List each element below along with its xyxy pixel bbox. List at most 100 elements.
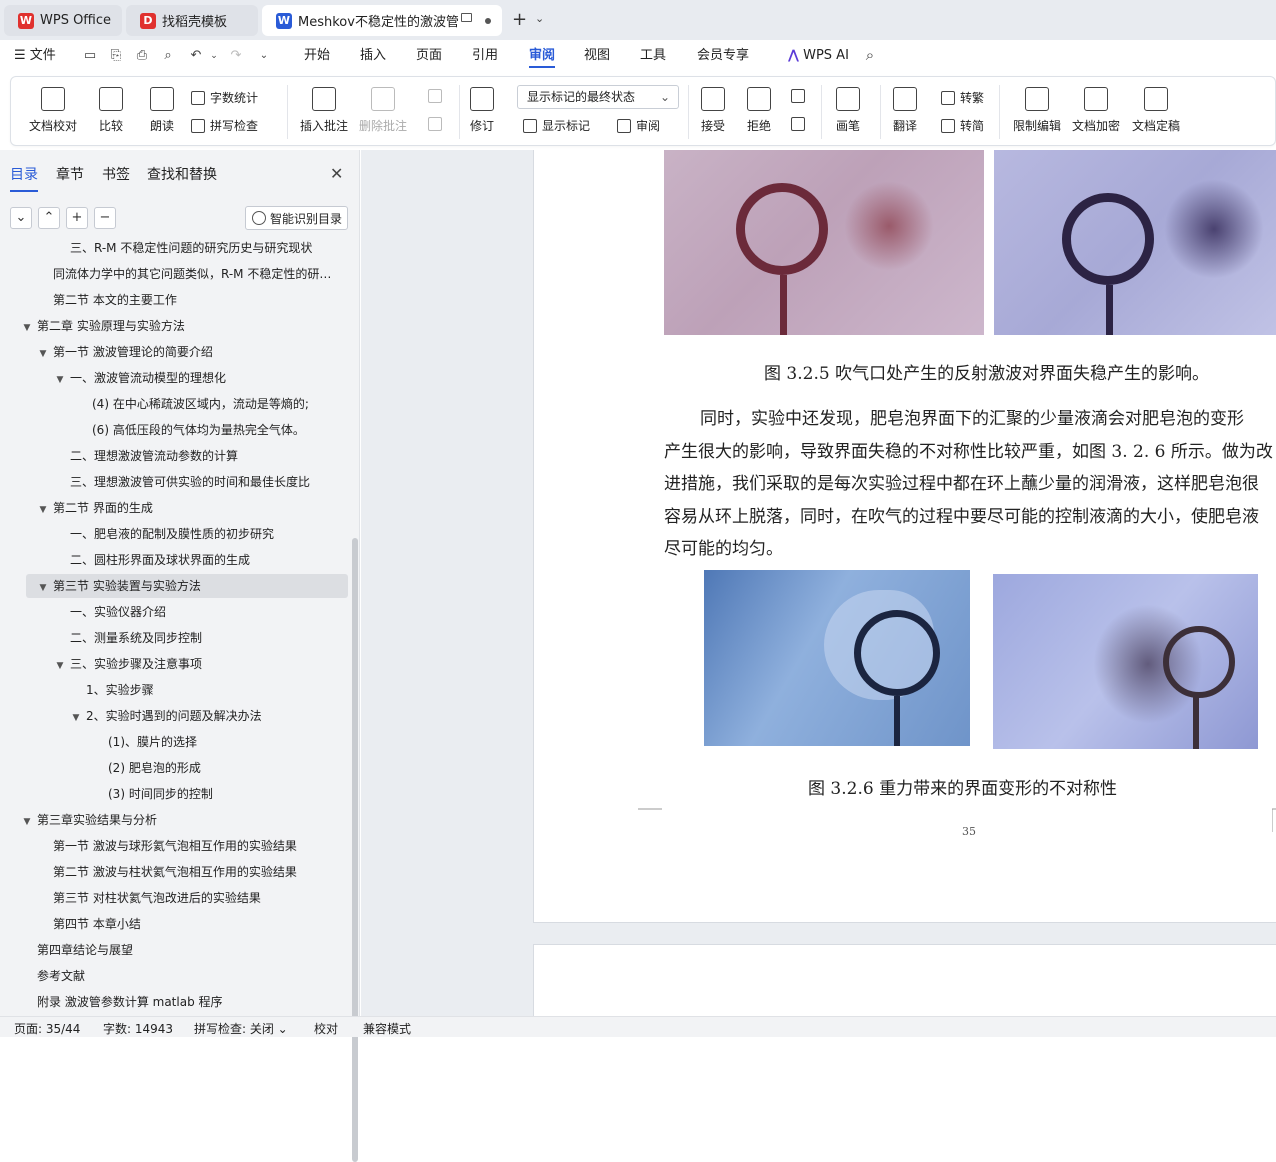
toc-item[interactable]: 第一节 激波与球形氦气泡相互作用的实验结果 [0,834,352,858]
redo-icon[interactable]: ↷ [228,48,244,64]
print-preview-icon[interactable]: ⌕ [160,48,176,64]
tab-wps-office[interactable]: W WPS Office [4,5,122,36]
doc-check-button[interactable]: 文档校对 [29,87,77,134]
prev-change-button[interactable] [791,89,810,103]
encrypt-button[interactable]: 文档加密 [1072,87,1120,134]
chevron-down-icon[interactable]: ⌄ [535,12,544,25]
toc-item[interactable]: 第二节 激波与柱状氦气泡相互作用的实验结果 [0,860,352,884]
toc-item[interactable]: (4) 在中心稀疏波区域内，流动是等熵的; [0,392,352,416]
pen-button[interactable]: 画笔 [836,87,860,134]
toc-item[interactable]: ▼ 第一节 激波管理论的简要介绍 [0,340,352,364]
reject-button[interactable]: 拒绝 [747,87,771,134]
search-icon[interactable]: ⌕ [862,47,878,63]
tab-bookmarks[interactable]: 书签 [102,164,130,184]
toc-expand-arrow-icon[interactable]: ▼ [37,576,49,598]
finalize-button[interactable]: 文档定稿 [1132,87,1180,134]
quick-access-dropdown-icon[interactable]: ⌄ [256,48,272,64]
toc-expand-arrow-icon[interactable]: ▼ [70,706,82,728]
toc-item[interactable]: 一、实验仪器介绍 [0,600,352,624]
toc-item[interactable]: 第二节 本文的主要工作 [0,288,352,312]
menu-references[interactable]: 引用 [472,46,498,68]
menu-tools[interactable]: 工具 [640,46,666,68]
menu-membership[interactable]: 会员专享 [697,46,749,68]
menu-review[interactable]: 审阅 [529,46,556,68]
menu-view[interactable]: 视图 [584,46,610,68]
spell-check-button[interactable]: 拼写检查 [191,117,258,134]
toc-item[interactable]: 同流体力学中的其它问题类似，R-M 不稳定性的研… [0,262,352,286]
undo-dropdown-icon[interactable]: ⌄ [206,48,222,64]
show-markup-button[interactable]: 显示标记 [523,117,590,134]
unsaved-dot-icon[interactable] [485,18,491,24]
smart-toc-button[interactable]: 智能识别目录 [245,206,348,230]
wps-ai-button[interactable]: ⋀ WPS AI [788,46,849,68]
toc-item[interactable]: ▼ 一、激波管流动模型的理想化 [0,366,352,390]
tab-templates[interactable]: D 找稻壳模板 [126,5,258,36]
toc-item[interactable]: (1)、膜片的选择 [0,730,352,754]
toc-expand-arrow-icon[interactable]: ▼ [54,368,66,390]
toc-item[interactable]: (2) 肥皂泡的形成 [0,756,352,780]
export-icon[interactable]: ⎘ [108,48,124,64]
word-count-indicator[interactable]: 字数: 14943 [103,1020,173,1037]
proofread-button[interactable]: 校对 [314,1020,338,1037]
next-comment-button[interactable] [428,117,447,131]
toc-item[interactable]: 第三节 对柱状氦气泡改进后的实验结果 [0,886,352,910]
spell-check-status[interactable]: 拼写检查: 关闭 ⌄ [194,1020,288,1037]
toc-scrollbar[interactable] [352,538,358,1162]
translate-button[interactable]: 翻译 [893,87,917,134]
to-simplified-button[interactable]: 转简 [941,117,984,134]
toc-item[interactable]: 三、理想激波管可供实验的时间和最佳长度比 [0,470,352,494]
toc-expand-arrow-icon[interactable]: ▼ [37,342,49,364]
toc-expand-arrow-icon[interactable]: ▼ [21,316,33,338]
tab-find-replace[interactable]: 查找和替换 [147,164,217,184]
toc-item[interactable]: 第四章结论与展望 [0,938,352,962]
next-change-button[interactable] [791,117,810,131]
undo-icon[interactable]: ↶ [188,48,204,64]
toc-item[interactable]: 一、肥皂液的配制及膜性质的初步研究 [0,522,352,546]
tab-toc[interactable]: 目录 [10,164,38,192]
toc-item[interactable]: 三、R-M 不稳定性问题的研究历史与研究现状 [0,236,352,260]
new-tab-icon[interactable]: + [512,9,527,30]
toc-item[interactable]: 1、实验步骤 [0,678,352,702]
next-document-page[interactable] [533,944,1276,1016]
toc-expand-arrow-icon[interactable]: ▼ [54,654,66,676]
close-icon[interactable]: ✕ [330,164,343,183]
page-indicator[interactable]: 页面: 35/44 [14,1020,80,1037]
to-traditional-button[interactable]: 转繁 [941,89,984,106]
toc-item[interactable]: (3) 时间同步的控制 [0,782,352,806]
menu-home[interactable]: 开始 [304,46,330,68]
review-pane-button[interactable]: 审阅 [617,117,660,134]
toc-item[interactable]: (6) 高低压段的气体均为量热完全气体。 [0,418,352,442]
expand-all-button[interactable]: ⌄ [10,207,32,229]
menu-page[interactable]: 页面 [416,46,442,68]
toc-item[interactable]: 附录 激波管参数计算 matlab 程序 [0,990,352,1014]
toc-item[interactable]: 二、理想激波管流动参数的计算 [0,444,352,468]
toc-item[interactable]: ▼ 第三章实验结果与分析 [0,808,352,832]
read-aloud-button[interactable]: 朗读 [150,87,174,134]
file-menu[interactable]: ☰ 文件 [14,46,56,68]
add-toc-item-button[interactable]: + [66,207,88,229]
insert-comment-button[interactable]: 插入批注 [300,87,348,134]
accept-button[interactable]: 接受 [701,87,725,134]
toc-item[interactable]: ▼ 第二节 界面的生成 [0,496,352,520]
remove-toc-item-button[interactable]: − [94,207,116,229]
restrict-edit-button[interactable]: 限制编辑 [1013,87,1061,134]
toc-item[interactable]: ▼ 2、实验时遇到的问题及解决办法 [0,704,352,728]
toc-item[interactable]: 第四节 本章小结 [0,912,352,936]
tab-chapters[interactable]: 章节 [56,164,84,184]
toc-item[interactable]: ▼ 第二章 实验原理与实验方法 [0,314,352,338]
toc-item[interactable]: 参考文献 [0,964,352,988]
markup-state-select[interactable]: 显示标记的最终状态 ⌄ [517,85,679,109]
save-icon[interactable]: ▭ [82,48,98,64]
toc-item[interactable]: ▼ 三、实验步骤及注意事项 [0,652,352,676]
word-count-button[interactable]: 字数统计 [191,89,258,106]
toc-expand-arrow-icon[interactable]: ▼ [21,810,33,832]
collapse-all-button[interactable]: ⌃ [38,207,60,229]
print-icon[interactable]: ⎙ [134,48,150,64]
revise-button[interactable]: 修订 [470,87,494,134]
toc-expand-arrow-icon[interactable]: ▼ [37,498,49,520]
toc-item[interactable]: 二、测量系统及同步控制 [0,626,352,650]
tab-document[interactable]: W Meshkov不稳定性的激波管实 [262,5,502,36]
window-icon[interactable] [461,13,472,22]
delete-comment-button[interactable]: 删除批注 [359,87,407,134]
compare-button[interactable]: 比较 [99,87,123,134]
